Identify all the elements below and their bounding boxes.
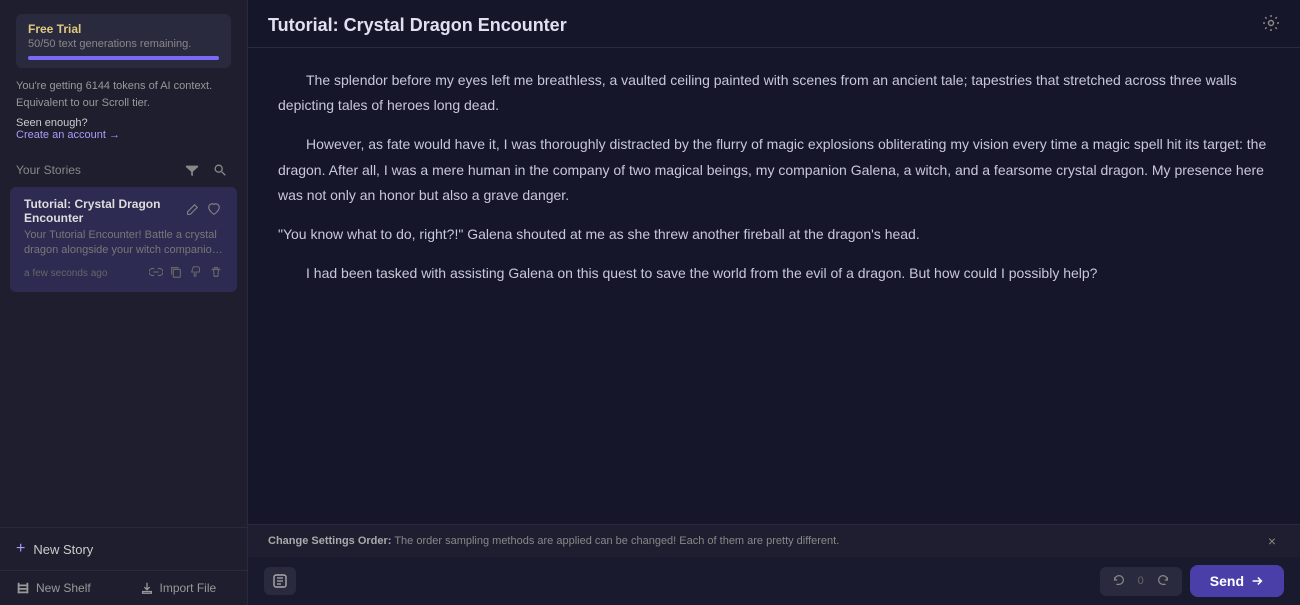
sidebar-bottom: + New Story New Shelf Import File (0, 527, 247, 605)
import-icon (140, 581, 154, 595)
send-label: Send (1210, 573, 1244, 589)
send-arrow-icon (1250, 574, 1264, 588)
create-account-section: Seen enough? Create an account → (16, 117, 231, 141)
story-body: The splendor before my eyes left me brea… (248, 48, 1300, 524)
favorite-story-icon[interactable] (205, 202, 223, 221)
edit-story-icon[interactable] (183, 202, 201, 221)
shelf-icon (16, 581, 30, 595)
progress-bar-fill (28, 56, 219, 60)
stories-header: Your Stories (0, 151, 247, 185)
story-item-time: a few seconds ago (24, 268, 107, 279)
new-story-button[interactable]: + New Story (0, 528, 247, 571)
story-item-meta: a few seconds ago (24, 265, 223, 282)
your-stories-label: Your Stories (16, 163, 81, 177)
new-story-label: New Story (33, 542, 93, 557)
link-icon[interactable] (149, 265, 163, 282)
story-main-title: Tutorial: Crystal Dragon Encounter (268, 15, 567, 36)
toolbar: 0 Send (248, 557, 1300, 605)
link-icon-svg (149, 265, 163, 279)
thumbdown-icon-svg (189, 265, 203, 279)
main-content: Tutorial: Crystal Dragon Encounter The s… (248, 0, 1300, 605)
stories-actions (181, 161, 231, 179)
notification-close-button[interactable]: × (1264, 533, 1280, 549)
undo-count: 0 (1134, 575, 1148, 587)
text-format-icon (272, 573, 288, 589)
new-story-plus-icon: + (16, 540, 25, 558)
free-trial-badge: Free Trial 50/50 text generations remain… (16, 14, 231, 68)
settings-gear-icon (1262, 14, 1280, 32)
send-button[interactable]: Send (1190, 565, 1284, 597)
undo-button[interactable] (1108, 571, 1130, 592)
story-paragraph-1: The splendor before my eyes left me brea… (278, 68, 1270, 118)
text-format-button[interactable] (264, 567, 296, 595)
story-item-actions (183, 202, 223, 221)
story-item-header: Tutorial: Crystal Dragon Encounter (24, 197, 223, 225)
search-icon (213, 163, 227, 177)
bottom-bar: Change Settings Order: The order samplin… (248, 524, 1300, 605)
tokens-info: You're getting 6144 tokens of AI context… (16, 78, 231, 111)
delete-icon[interactable] (209, 265, 223, 282)
filter-icon (185, 163, 199, 177)
new-shelf-label: New Shelf (36, 581, 91, 595)
free-trial-label: Free Trial (28, 22, 219, 36)
notification-text: Change Settings Order: The order samplin… (268, 535, 1264, 547)
import-file-button[interactable]: Import File (124, 571, 248, 605)
story-paragraph-2: However, as fate would have it, I was th… (278, 132, 1270, 208)
new-shelf-button[interactable]: New Shelf (0, 571, 124, 605)
trash-icon (209, 265, 223, 279)
story-meta-icons (149, 265, 223, 282)
settings-icon[interactable] (1262, 14, 1280, 37)
create-account-link[interactable]: Create an account → (16, 129, 120, 141)
generations-text: 50/50 text generations remaining. (28, 38, 219, 50)
notification-bar: Change Settings Order: The order samplin… (248, 525, 1300, 557)
copy-icon-svg (169, 265, 183, 279)
story-item-excerpt: Your Tutorial Encounter! Battle a crysta… (24, 228, 223, 259)
undo-icon (1112, 573, 1126, 587)
copy-icon[interactable] (169, 265, 183, 282)
undo-redo-group: 0 (1100, 567, 1182, 596)
toolbar-left (264, 567, 296, 595)
edit-icon (185, 203, 199, 217)
heart-icon (207, 203, 221, 217)
story-item[interactable]: Tutorial: Crystal Dragon Encounter Your … (10, 187, 237, 292)
story-header: Tutorial: Crystal Dragon Encounter (248, 0, 1300, 48)
story-paragraph-3: "You know what to do, right?!" Galena sh… (278, 222, 1270, 247)
story-paragraph-4: I had been tasked with assisting Galena … (278, 261, 1270, 286)
filter-stories-button[interactable] (181, 161, 203, 179)
sidebar: Free Trial 50/50 text generations remain… (0, 0, 248, 605)
progress-bar-container (28, 56, 219, 60)
import-file-label: Import File (160, 581, 217, 595)
notification-body: The order sampling methods are applied c… (394, 535, 839, 547)
redo-icon (1156, 573, 1170, 587)
search-stories-button[interactable] (209, 161, 231, 179)
bottom-actions: New Shelf Import File (0, 571, 247, 605)
story-item-title: Tutorial: Crystal Dragon Encounter (24, 197, 183, 225)
sidebar-top: Free Trial 50/50 text generations remain… (0, 0, 247, 151)
redo-button[interactable] (1152, 571, 1174, 592)
notification-prefix: Change Settings Order: (268, 535, 391, 547)
thumbdown-icon[interactable] (189, 265, 203, 282)
